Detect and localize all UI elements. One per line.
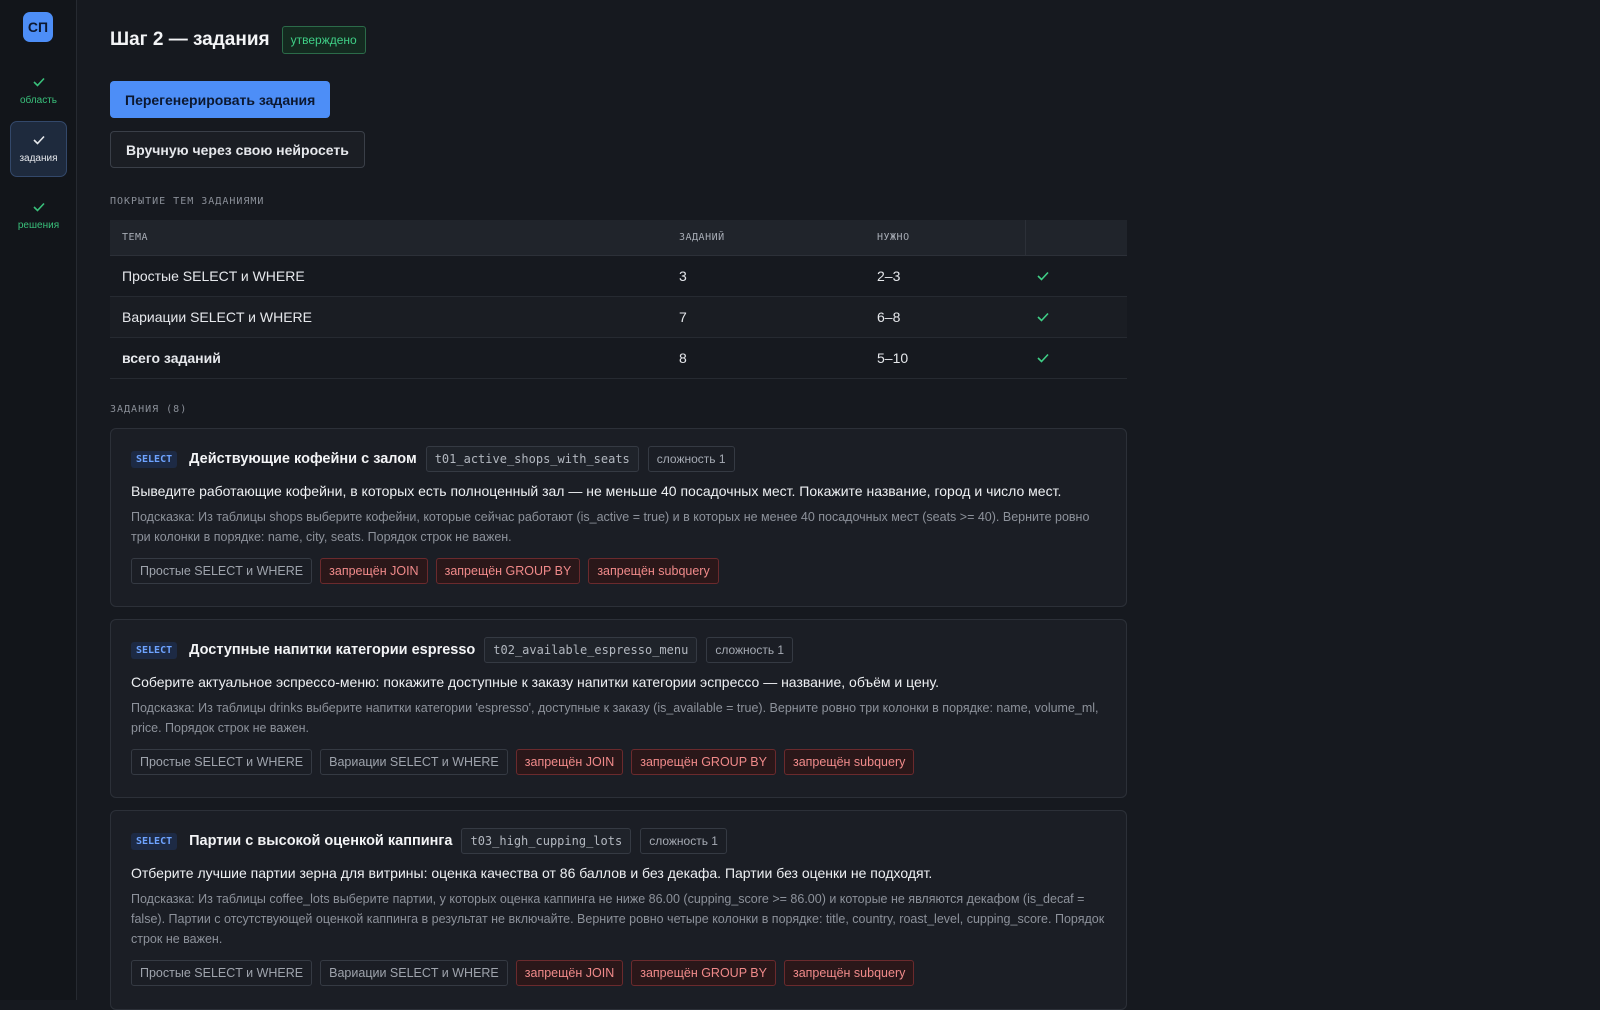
regenerate-button[interactable]: Перегенерировать задания	[110, 81, 331, 118]
topic-tag: Вариации SELECT и WHERE	[320, 960, 508, 986]
ban-tag: запрещён JOIN	[320, 558, 428, 584]
ban-tag: запрещён subquery	[783, 749, 915, 775]
check-icon	[32, 77, 45, 87]
ban-tag: запрещён GROUP BY	[631, 960, 776, 986]
difficulty-badge: сложность 1	[647, 446, 735, 472]
task-kind-badge: SELECT	[131, 832, 178, 850]
topic-tag: Простые SELECT и WHERE	[131, 960, 313, 986]
need-cell: 5–10	[877, 350, 909, 366]
coverage-table: ТЕМА ЗАДАНИЙ НУЖНО Простые SELECT и WHER…	[110, 220, 1127, 379]
step-label: задания	[19, 152, 58, 164]
topic-tag: Простые SELECT и WHERE	[131, 749, 313, 775]
status-cell	[1025, 297, 1127, 337]
status-cell	[1025, 338, 1127, 378]
task-card[interactable]: SELECT Действующие кофейни с залом t01_a…	[110, 428, 1127, 607]
task-description: Соберите актуальное эспрессо-меню: покаж…	[131, 674, 940, 690]
topic-tag: Простые SELECT и WHERE	[131, 558, 313, 584]
step-tasks[interactable]: задания	[10, 121, 67, 177]
count-cell: 3	[679, 268, 687, 284]
check-icon	[1037, 353, 1049, 363]
need-cell: 6–8	[877, 309, 901, 325]
task-card[interactable]: SELECT Доступные напитки категории espre…	[110, 619, 1127, 798]
task-kind-badge: SELECT	[131, 450, 178, 468]
check-icon	[32, 202, 45, 212]
task-hint: Подсказка: Из таблицы coffee_lots выбери…	[131, 892, 1105, 946]
page-title: Шаг 2 — задания	[110, 29, 270, 50]
topic-cell: всего заданий	[122, 350, 221, 366]
topic-cell: Вариации SELECT и WHERE	[122, 309, 312, 325]
step-area[interactable]: область	[10, 63, 67, 119]
column-header	[1025, 220, 1127, 255]
task-hint: Подсказка: Из таблицы drinks выберите на…	[131, 701, 1099, 735]
table-row: Вариации SELECT и WHERE 7 6–8	[110, 297, 1127, 338]
task-header: SELECT Действующие кофейни с залом t01_a…	[131, 446, 1106, 472]
difficulty-badge: сложность 1	[706, 637, 794, 663]
column-header: ТЕМА	[122, 232, 149, 243]
task-tags: Простые SELECT и WHERE запрещён JOIN зап…	[131, 558, 1106, 584]
check-icon	[32, 135, 45, 145]
task-code: t01_active_shops_with_seats	[425, 446, 639, 472]
task-title: Действующие кофейни с залом	[189, 451, 417, 467]
check-icon	[1037, 271, 1049, 281]
task-card[interactable]: SELECT Партии с высокой оценкой каппинга…	[110, 810, 1127, 1010]
ban-tag: запрещён subquery	[783, 960, 915, 986]
task-description: Отберите лучшие партии зерна для витрины…	[131, 865, 933, 881]
task-title: Доступные напитки категории espresso	[189, 642, 476, 658]
step-label: решения	[17, 219, 60, 231]
ban-tag: запрещён JOIN	[515, 749, 624, 775]
sidebar: СП область задания решения	[0, 0, 77, 1000]
need-cell: 2–3	[877, 268, 901, 284]
ban-tag: запрещён GROUP BY	[435, 558, 581, 584]
task-tags: Простые SELECT и WHERE Вариации SELECT и…	[131, 749, 1106, 775]
task-code: t02_available_espresso_menu	[484, 637, 698, 663]
coverage-label: ПОКРЫТИЕ ТЕМ ЗАДАНИЯМИ	[110, 196, 265, 207]
ban-tag: запрещён GROUP BY	[631, 749, 776, 775]
task-code: t03_high_cupping_lots	[461, 828, 632, 854]
table-header: ТЕМА ЗАДАНИЙ НУЖНО	[110, 220, 1127, 256]
topic-cell: Простые SELECT и WHERE	[122, 268, 305, 284]
task-kind-badge: SELECT	[131, 641, 178, 659]
step-solutions[interactable]: решения	[10, 188, 67, 244]
task-tags: Простые SELECT и WHERE Вариации SELECT и…	[131, 960, 1106, 986]
column-header: ЗАДАНИЙ	[679, 232, 725, 243]
task-header: SELECT Партии с высокой оценкой каппинга…	[131, 828, 1106, 854]
task-description: Выведите работающие кофейни, в которых е…	[131, 483, 1062, 499]
manual-button[interactable]: Вручную через свою нейросеть	[110, 131, 365, 168]
ban-tag: запрещён subquery	[588, 558, 719, 584]
count-cell: 7	[679, 309, 687, 325]
status-badge: утверждено	[281, 26, 366, 54]
count-cell: 8	[679, 350, 687, 366]
column-header: НУЖНО	[877, 232, 910, 243]
step-label: область	[19, 94, 58, 106]
status-cell	[1025, 256, 1127, 296]
app-logo[interactable]: СП	[23, 12, 53, 42]
table-row-total: всего заданий 8 5–10	[110, 338, 1127, 379]
tasks-label: ЗАДАНИЯ (8)	[110, 404, 188, 415]
table-row: Простые SELECT и WHERE 3 2–3	[110, 256, 1127, 297]
task-hint: Подсказка: Из таблицы shops выберите коф…	[131, 510, 1090, 544]
check-icon	[1037, 312, 1049, 322]
ban-tag: запрещён JOIN	[515, 960, 624, 986]
header: Шаг 2 — задания утверждено	[110, 26, 366, 54]
task-title: Партии с высокой оценкой каппинга	[189, 833, 453, 849]
task-header: SELECT Доступные напитки категории espre…	[131, 637, 1106, 663]
topic-tag: Вариации SELECT и WHERE	[320, 749, 508, 775]
difficulty-badge: сложность 1	[640, 828, 727, 854]
